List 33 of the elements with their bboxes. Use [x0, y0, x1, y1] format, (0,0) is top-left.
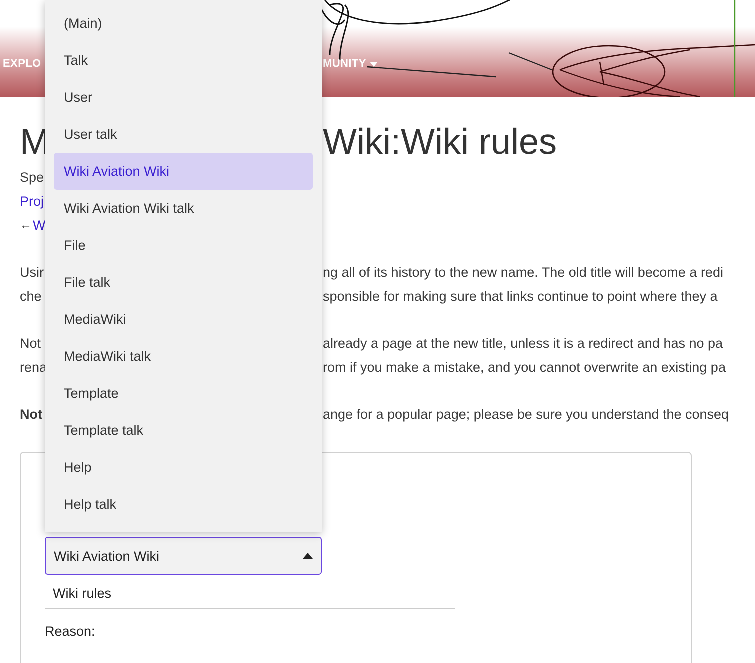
dropdown-option[interactable]: Template talk — [54, 412, 313, 449]
paragraph-text: Not — [20, 406, 42, 422]
paragraph-text: sponsible for making sure that links continue to point where they a — [323, 288, 718, 304]
dropdown-option[interactable]: Template — [54, 375, 313, 412]
back-link[interactable]: W — [33, 218, 46, 232]
breadcrumb-link[interactable]: Proj — [20, 194, 44, 208]
subtitle: Spe — [20, 170, 44, 184]
caret-icon — [303, 553, 313, 559]
paragraph-text: ange for a popular page; please be sure you understand the conseq — [323, 406, 730, 422]
title-input[interactable]: Wiki rules — [45, 580, 455, 609]
dropdown-option[interactable]: MediaWiki — [54, 301, 313, 338]
page-title: Wiki:Wiki rules — [323, 121, 557, 163]
paragraph-text: rom if you make a mistake, and you cannot overwrite an existing pa — [323, 360, 726, 374]
dropdown-option[interactable]: Wiki Aviation Wiki — [54, 153, 313, 190]
dropdown-option[interactable]: (Main) — [54, 5, 313, 42]
dropdown-option[interactable]: File talk — [54, 264, 313, 301]
dropdown-option[interactable]: User talk — [54, 116, 313, 153]
paragraph-text: already a page at the new title, unless it is a redirect and has no pa — [323, 336, 723, 350]
paragraph-text: Not — [20, 336, 42, 350]
dropdown-option[interactable]: Wiki Aviation Wiki talk — [54, 190, 313, 227]
paragraph-text: che — [20, 288, 42, 304]
reason-label: Reason: — [45, 624, 96, 639]
back-arrow: ← — [20, 218, 32, 232]
dropdown-option[interactable]: Talk — [54, 42, 313, 79]
dropdown-option[interactable]: Help — [54, 449, 313, 486]
dropdown-option[interactable]: MediaWiki talk — [54, 338, 313, 375]
dropdown-option[interactable]: User — [54, 79, 313, 116]
caret-icon — [370, 62, 378, 66]
paragraph-text: ng all of its history to the new name. The old title will become a redi — [323, 264, 724, 280]
dropdown-option[interactable]: File — [54, 227, 313, 264]
dropdown-option[interactable]: Help talk — [54, 486, 313, 523]
paragraph-text: Usir — [20, 264, 44, 280]
namespace-select[interactable]: Wiki Aviation Wiki — [45, 537, 322, 575]
